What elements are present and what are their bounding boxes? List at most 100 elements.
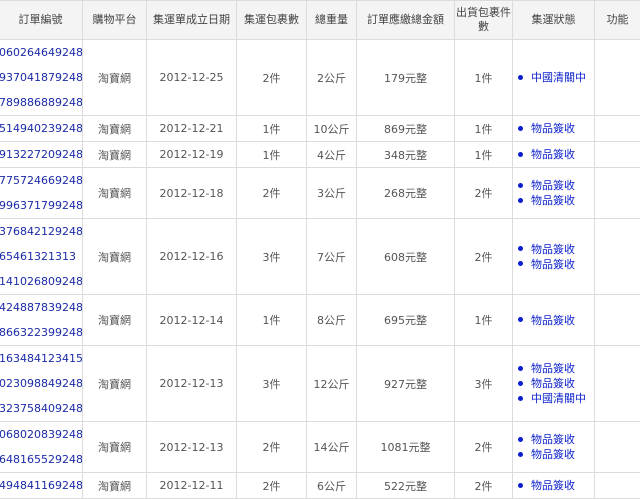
action-cell [595, 168, 640, 219]
order-number-link[interactable]: 514940239248 [0, 116, 82, 141]
status-label[interactable]: 物品簽收 [531, 243, 575, 256]
bullet-icon [518, 183, 523, 188]
order-number-link[interactable]: 65461321313 [0, 244, 82, 269]
date-cell: 2012-12-21 [147, 116, 237, 142]
status-label[interactable]: 物品簽收 [531, 377, 575, 390]
platform-cell: 淘寶網 [83, 116, 147, 142]
total-weight-cell: 3公斤 [307, 168, 357, 219]
total-amount-cell: 522元整 [357, 473, 455, 499]
status-item[interactable]: 中國清關中 [517, 391, 594, 406]
status-item[interactable]: 物品簽收 [517, 121, 594, 136]
bullet-icon [518, 381, 523, 386]
consolidation-orders-table: 訂單編號 購物平台 集運單成立日期 集運包裹數 總重量 訂單應繳總金額 出貨包裹… [0, 0, 640, 499]
order-number-cell: 424887839248866322399248 [0, 295, 83, 346]
order-number-link[interactable]: 648165529248 [0, 447, 82, 472]
status-label[interactable]: 物品簽收 [531, 479, 575, 492]
order-number-link[interactable]: 775724669248 [0, 168, 82, 193]
status-item[interactable]: 物品簽收 [517, 432, 594, 447]
order-number-link[interactable]: 376842129248 [0, 219, 82, 244]
status-cell: 物品簽收物品簽收 [513, 422, 595, 473]
order-number-link[interactable]: 163484123415 [0, 346, 82, 371]
order-number-link[interactable]: 060264649248 [0, 40, 82, 65]
status-label[interactable]: 物品簽收 [531, 179, 575, 192]
status-item[interactable]: 物品簽收 [517, 193, 594, 208]
order-number-link[interactable]: 068020839248 [0, 422, 82, 447]
status-item[interactable]: 物品簽收 [517, 147, 594, 162]
order-number-cell: 37684212924865461321313141026809248 [0, 219, 83, 295]
status-item[interactable]: 物品簽收 [517, 376, 594, 391]
package-count-cell: 1件 [237, 142, 307, 168]
bullet-icon [518, 152, 523, 157]
order-number-link[interactable]: 141026809248 [0, 269, 82, 294]
order-number-link[interactable]: 866322399248 [0, 320, 82, 345]
status-cell: 物品簽收 [513, 142, 595, 168]
order-number-link[interactable]: 323758409248 [0, 396, 82, 421]
action-cell [595, 142, 640, 168]
total-weight-cell: 10公斤 [307, 116, 357, 142]
action-cell [595, 473, 640, 499]
action-cell [595, 295, 640, 346]
bullet-icon [518, 366, 523, 371]
status-item[interactable]: 中國清關中 [517, 70, 594, 85]
platform-cell: 淘寶網 [83, 40, 147, 116]
total-amount-cell: 179元整 [357, 40, 455, 116]
order-number-link[interactable]: 424887839248 [0, 295, 82, 320]
total-weight-cell: 12公斤 [307, 346, 357, 422]
platform-cell: 淘寶網 [83, 142, 147, 168]
status-label[interactable]: 物品簽收 [531, 194, 575, 207]
total-amount-cell: 927元整 [357, 346, 455, 422]
status-item[interactable]: 物品簽收 [517, 257, 594, 272]
date-cell: 2012-12-14 [147, 295, 237, 346]
table-row: 775724669248996371799248淘寶網2012-12-182件3… [0, 168, 640, 219]
status-label[interactable]: 中國清關中 [531, 71, 586, 84]
header-platform: 購物平台 [83, 1, 147, 40]
order-number-cell: 913227209248 [0, 142, 83, 168]
package-count-cell: 3件 [237, 219, 307, 295]
header-date: 集運單成立日期 [147, 1, 237, 40]
status-label[interactable]: 物品簽收 [531, 148, 575, 161]
header-order-no: 訂單編號 [0, 1, 83, 40]
order-number-cell: 494841169248 [0, 473, 83, 499]
date-cell: 2012-12-13 [147, 346, 237, 422]
total-weight-cell: 14公斤 [307, 422, 357, 473]
total-amount-cell: 348元整 [357, 142, 455, 168]
table-row: 424887839248866322399248淘寶網2012-12-141件8… [0, 295, 640, 346]
shipped-count-cell: 2件 [455, 168, 513, 219]
status-item[interactable]: 物品簽收 [517, 447, 594, 462]
order-number-link[interactable]: 937041879248 [0, 65, 82, 90]
shipped-count-cell: 2件 [455, 473, 513, 499]
status-item[interactable]: 物品簽收 [517, 313, 594, 328]
status-label[interactable]: 物品簽收 [531, 448, 575, 461]
shipped-count-cell: 1件 [455, 116, 513, 142]
action-cell [595, 346, 640, 422]
header-status: 集運狀態 [513, 1, 595, 40]
date-cell: 2012-12-11 [147, 473, 237, 499]
status-label[interactable]: 物品簽收 [531, 314, 575, 327]
bullet-icon [518, 317, 523, 322]
status-label[interactable]: 物品簽收 [531, 122, 575, 135]
order-number-link[interactable]: 789886889248 [0, 90, 82, 115]
order-number-cell: 060264649248937041879248789886889248 [0, 40, 83, 116]
shipped-count-cell: 2件 [455, 219, 513, 295]
status-label[interactable]: 中國清關中 [531, 392, 586, 405]
total-amount-cell: 695元整 [357, 295, 455, 346]
table-body: 060264649248937041879248789886889248淘寶網2… [0, 40, 640, 499]
status-cell: 中國清關中 [513, 40, 595, 116]
order-number-link[interactable]: 996371799248 [0, 193, 82, 218]
total-amount-cell: 268元整 [357, 168, 455, 219]
order-number-link[interactable]: 913227209248 [0, 142, 82, 167]
status-item[interactable]: 物品簽收 [517, 178, 594, 193]
status-item[interactable]: 物品簽收 [517, 242, 594, 257]
package-count-cell: 2件 [237, 40, 307, 116]
status-label[interactable]: 物品簽收 [531, 258, 575, 271]
bullet-icon [518, 483, 523, 488]
status-label[interactable]: 物品簽收 [531, 433, 575, 446]
package-count-cell: 1件 [237, 295, 307, 346]
status-cell: 物品簽收物品簽收 [513, 168, 595, 219]
order-number-link[interactable]: 494841169248 [0, 473, 82, 498]
status-label[interactable]: 物品簽收 [531, 362, 575, 375]
total-amount-cell: 608元整 [357, 219, 455, 295]
package-count-cell: 2件 [237, 473, 307, 499]
order-number-link[interactable]: 023098849248 [0, 371, 82, 396]
status-item[interactable]: 物品簽收 [517, 361, 594, 376]
